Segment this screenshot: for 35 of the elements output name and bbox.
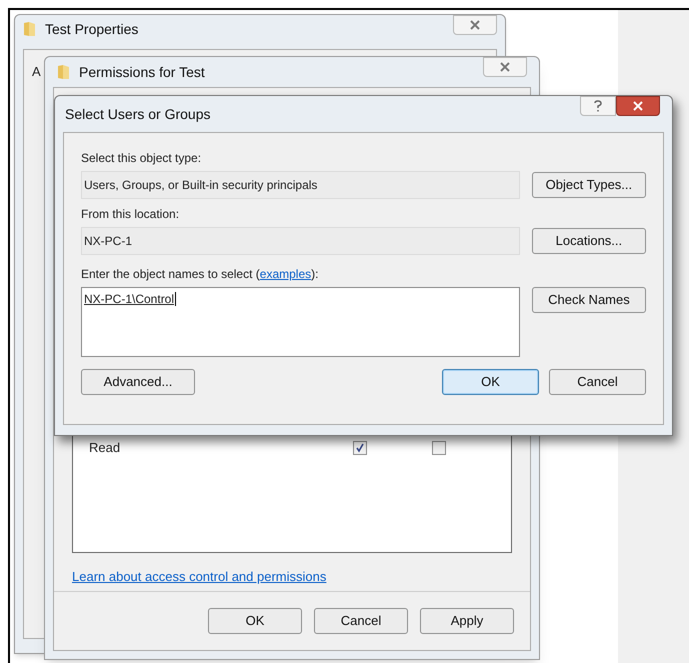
folder-icon xyxy=(57,64,71,80)
checkbox[interactable] xyxy=(353,441,367,455)
object-names-field[interactable]: NX-PC-1\Control xyxy=(81,287,520,357)
close-icon xyxy=(499,62,511,72)
close-button[interactable] xyxy=(616,96,660,116)
folder-icon xyxy=(23,21,37,37)
dialog-button[interactable]: Apply xyxy=(420,608,514,634)
dialog-button[interactable]: Object Types... xyxy=(532,172,646,198)
dialog-button[interactable]: Advanced... xyxy=(81,369,195,395)
object-type-field: Users, Groups, or Built-in security principals xyxy=(81,171,520,199)
dialog-button[interactable]: OK xyxy=(208,608,302,634)
tab-label[interactable]: A xyxy=(32,64,41,79)
field-label: Select this object type: xyxy=(81,150,202,167)
window-title: Select Users or Groups xyxy=(65,104,210,124)
examples-link[interactable]: examples xyxy=(260,267,312,281)
help-icon xyxy=(594,100,602,112)
close-icon xyxy=(632,101,644,111)
dialog-button[interactable]: Locations... xyxy=(532,228,646,254)
location-field: NX-PC-1 xyxy=(81,227,520,255)
field-label: From this location: xyxy=(81,206,180,223)
dialog-button[interactable]: Cancel xyxy=(314,608,408,634)
close-button[interactable] xyxy=(483,57,527,77)
field-label: Enter the object names to select (examples): xyxy=(81,266,320,283)
window-title: Permissions for Test xyxy=(79,62,205,82)
dialog-button[interactable]: OK xyxy=(442,369,539,395)
close-button[interactable] xyxy=(453,15,497,35)
help-link[interactable]: Learn about access control and permissions xyxy=(72,569,326,584)
dialog-button[interactable]: Check Names xyxy=(532,287,646,313)
checkbox[interactable] xyxy=(432,441,446,455)
help-button[interactable] xyxy=(580,96,616,116)
permission-name: Read xyxy=(89,439,122,458)
check-icon xyxy=(355,443,365,453)
window-title: Test Properties xyxy=(45,20,138,39)
close-icon xyxy=(469,20,481,30)
dialog-button[interactable]: Cancel xyxy=(549,369,646,395)
